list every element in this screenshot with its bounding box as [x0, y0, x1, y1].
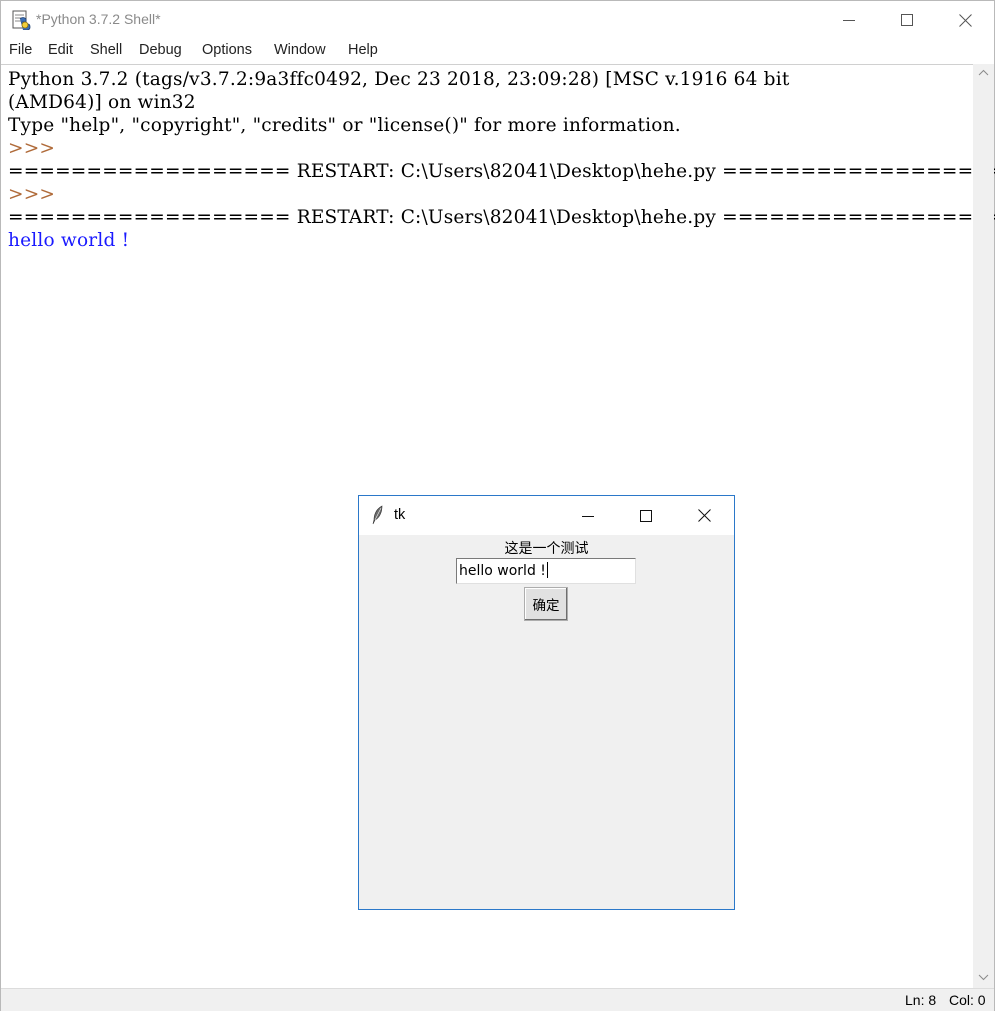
minimize-button[interactable]: [820, 1, 878, 39]
shell-prompt: >>>: [8, 184, 56, 205]
shell-line: ================== RESTART: C:\Users\820…: [8, 207, 995, 228]
confirm-button[interactable]: 确定: [524, 587, 568, 621]
minimize-icon: [843, 20, 855, 21]
shell-output: hello world !: [8, 230, 130, 251]
status-column-number: Col: 0: [949, 992, 986, 1008]
idle-titlebar[interactable]: *Python 3.7.2 Shell*: [1, 1, 994, 39]
tk-maximize-button[interactable]: [617, 496, 675, 535]
vertical-scrollbar[interactable]: [973, 64, 994, 988]
close-button[interactable]: [936, 1, 994, 39]
tk-feather-icon: [372, 505, 383, 525]
window-title: *Python 3.7.2 Shell*: [36, 11, 161, 27]
menu-debug[interactable]: Debug: [139, 42, 182, 58]
menu-options[interactable]: Options: [202, 42, 252, 58]
tk-titlebar[interactable]: tk: [359, 496, 734, 535]
menu-help[interactable]: Help: [348, 42, 378, 58]
shell-prompt: >>>: [8, 138, 56, 159]
shell-line: Python 3.7.2 (tags/v3.7.2:9a3ffc0492, De…: [8, 69, 790, 90]
status-line-number: Ln: 8: [905, 992, 937, 1008]
minimize-icon: [582, 515, 594, 517]
tk-window-title: tk: [394, 507, 406, 523]
shell-line: ================== RESTART: C:\Users\820…: [8, 161, 995, 182]
close-icon: [958, 13, 972, 27]
maximize-icon: [640, 509, 652, 522]
tk-close-button[interactable]: [675, 496, 733, 535]
scroll-up-arrow-icon[interactable]: [973, 64, 994, 82]
tk-label: 这是一个测试: [504, 541, 589, 557]
tk-text-entry[interactable]: hello world !: [456, 558, 636, 584]
scrollbar-thumb[interactable]: [975, 82, 992, 968]
menu-shell[interactable]: Shell: [90, 42, 122, 58]
tk-entry-value: hello world !: [459, 563, 546, 579]
maximize-icon: [901, 14, 913, 26]
menu-file[interactable]: File: [9, 42, 32, 58]
menu-window[interactable]: Window: [274, 42, 326, 58]
status-bar: Ln: 8 Col: 0: [1, 988, 994, 1011]
python-idle-icon: [12, 10, 31, 30]
tk-window: tk 这是一个测试 hello world ! 确定: [358, 495, 735, 910]
tk-minimize-button[interactable]: [559, 496, 617, 535]
text-cursor: [546, 562, 548, 578]
shell-line: Type "help", "copyright", "credits" or "…: [8, 115, 681, 136]
shell-line: (AMD64)] on win32: [8, 92, 196, 113]
close-icon: [697, 509, 711, 522]
menu-bar: File Edit Shell Debug Options Window Hel…: [1, 39, 994, 63]
maximize-button[interactable]: [878, 1, 936, 39]
scroll-down-arrow-icon[interactable]: [973, 968, 994, 986]
menu-edit[interactable]: Edit: [48, 42, 73, 58]
